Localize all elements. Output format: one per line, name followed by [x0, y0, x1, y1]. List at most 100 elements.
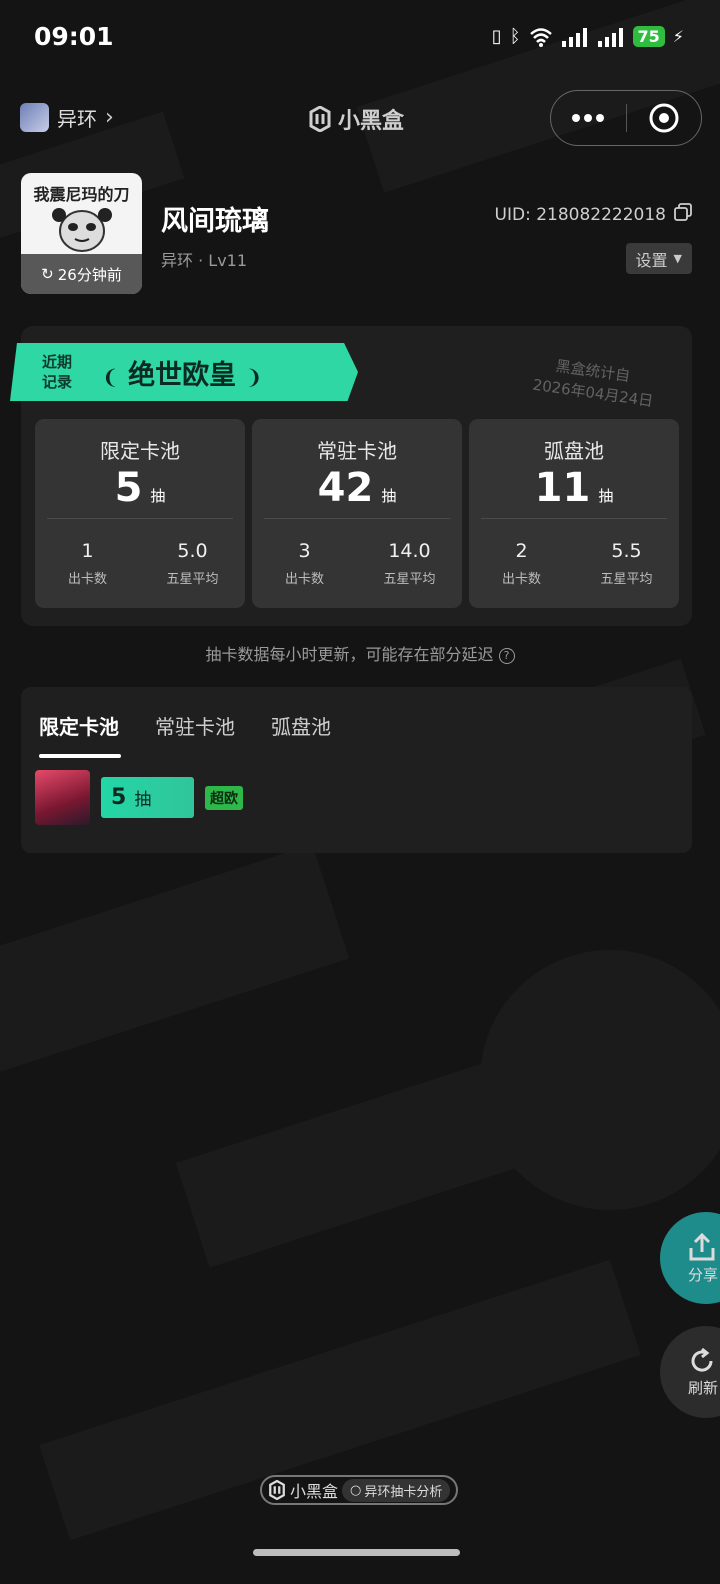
laurel-left-icon: ❨: [102, 365, 119, 389]
status-icons: ▯ ᛒ 75 ⚡: [492, 26, 684, 47]
pool-divider: [264, 518, 450, 519]
uid-row: UID: 218082222018: [495, 203, 692, 226]
luck-tag: 超欧: [205, 785, 243, 810]
search-icon: ○: [350, 1482, 362, 1498]
laurel-right-icon: ❩: [245, 365, 263, 389]
pool-cards-label: 出卡数: [67, 572, 107, 587]
pool-count-number: 5: [114, 465, 143, 511]
list-item[interactable]: 5 抽 超欧: [35, 770, 243, 825]
pool-cards-value: 3: [298, 540, 311, 562]
help-icon[interactable]: ?: [498, 647, 515, 664]
game-thumbnail: [20, 103, 49, 132]
pool-cards-value: 1: [81, 540, 94, 562]
active-tab-indicator: [39, 754, 121, 758]
update-note-text: 抽卡数据每小时更新，可能存在部分延迟: [205, 645, 494, 664]
brand-name: 小黑盒: [338, 109, 405, 134]
footer-brand[interactable]: 小黑盒 ○ 异环抽卡分析: [260, 1475, 459, 1505]
pool-cards: 2 出卡数: [469, 540, 574, 587]
pull-count-badge: 5 抽: [101, 777, 194, 818]
refresh-small-icon: ↻: [41, 265, 54, 283]
pool-name: 弧盘池: [544, 439, 604, 463]
title-ribbon: 近期 记录 ❨ 绝世欧皇 ❩: [10, 343, 358, 401]
home-indicator[interactable]: [253, 1549, 460, 1556]
pool-divider: [47, 518, 233, 519]
footer-search-text: 异环抽卡分析: [364, 1484, 443, 1500]
pool-count-unit: 抽: [150, 487, 166, 505]
tab-standard[interactable]: 常驻卡池: [155, 711, 235, 740]
pool-avg-value: 5.0: [177, 540, 208, 562]
pool-cards: 3 出卡数: [252, 540, 357, 587]
pool-cards-label: 出卡数: [501, 572, 541, 587]
more-dots-icon: [572, 114, 605, 122]
pool-count-unit: 抽: [381, 487, 397, 505]
pool-card-standard[interactable]: 常驻卡池 42 抽 3 出卡数 14.0 五星平均: [252, 419, 462, 608]
pool-summary-row: 限定卡池 5抽 1 出卡数 5.0 五星平均 常驻卡池 42 抽 3 出卡数 14.0 五…: [35, 419, 679, 608]
pull-unit: 抽: [134, 790, 152, 810]
pool-name: 常驻卡池: [317, 439, 397, 463]
more-button[interactable]: [551, 91, 626, 145]
footer-brand-name: 小黑盒: [290, 1482, 339, 1501]
pull-count: 5: [111, 785, 127, 810]
pool-cards: 1 出卡数: [35, 540, 140, 587]
pool-avg: 5.5 五星平均: [574, 540, 679, 587]
pool-card-limited[interactable]: 限定卡池 5抽 1 出卡数 5.0 五星平均: [35, 419, 245, 608]
share-label: 分享: [688, 1265, 719, 1284]
pool-avg: 5.0 五星平均: [140, 540, 245, 587]
status-bar: 09:01 ▯ ᛒ 75 ⚡: [0, 0, 720, 80]
profile-level: Lv11: [208, 251, 248, 270]
vibrate-icon: ▯: [491, 26, 502, 47]
tab-arc[interactable]: 弧盘池: [271, 711, 331, 740]
caret-down-icon: ▼: [673, 252, 682, 265]
brand-logo: 小黑盒: [308, 103, 404, 135]
character-portrait: [35, 770, 90, 825]
update-note: 抽卡数据每小时更新，可能存在部分延迟 ?: [0, 641, 720, 665]
ribbon-label: 近期 记录: [42, 352, 72, 392]
battery-level: 75: [632, 26, 665, 47]
refresh-label: 刷新: [688, 1378, 719, 1397]
target-close-icon: [649, 103, 679, 133]
bluetooth-icon: ᛒ: [509, 26, 521, 47]
settings-dropdown[interactable]: 设置 ▼: [625, 243, 692, 274]
pool-count: 42 抽: [252, 465, 462, 511]
game-switcher[interactable]: 异环 ›: [20, 103, 114, 132]
share-button[interactable]: 分享: [660, 1212, 720, 1304]
footer-search: ○ 异环抽卡分析: [342, 1478, 451, 1502]
refresh-icon: [691, 1347, 713, 1372]
xiaoheihe-small-logo-icon: [269, 1480, 285, 1500]
profile-game: 异环: [161, 251, 194, 270]
pool-name: 限定卡池: [100, 439, 180, 463]
dot-separator: ·: [198, 251, 209, 270]
pool-avg-label: 五星平均: [166, 572, 219, 587]
refresh-button[interactable]: 刷新: [660, 1326, 720, 1418]
close-miniprogram-button[interactable]: [627, 91, 702, 145]
pool-cards-value: 2: [515, 540, 528, 562]
panda-meme-image: [52, 208, 112, 252]
settings-label: 设置: [635, 250, 668, 270]
signal-icon: [561, 27, 587, 47]
charging-icon: ⚡: [672, 27, 684, 46]
pool-count: 11 抽: [469, 465, 679, 511]
ribbon-label-line-1: 近期: [42, 353, 73, 371]
tab-limited[interactable]: 限定卡池: [39, 711, 119, 740]
pool-cards-label: 出卡数: [284, 572, 324, 587]
pool-avg-label: 五星平均: [383, 572, 436, 587]
avatar[interactable]: 我震尼玛的刀 ↻ 26分钟前: [21, 173, 142, 294]
pool-divider: [481, 518, 667, 519]
pool-tabs: 限定卡池 常驻卡池 弧盘池: [39, 711, 331, 740]
nickname: 风间琉璃: [161, 206, 269, 237]
chevron-right-icon: ›: [105, 105, 114, 130]
status-time: 09:01: [34, 22, 114, 51]
pool-card-arc[interactable]: 弧盘池 11 抽 2 出卡数 5.5 五星平均: [469, 419, 679, 608]
update-time-text: 26分钟前: [57, 265, 122, 284]
miniprogram-capsule: [550, 90, 702, 146]
share-icon: [689, 1232, 715, 1260]
pool-avg-value: 5.5: [611, 540, 642, 562]
pool-count-number: 42: [317, 465, 374, 511]
signal-icon-2: [597, 27, 623, 47]
copy-icon[interactable]: [674, 203, 692, 226]
ribbon-label-line-2: 记录: [42, 373, 73, 391]
game-level-info: 异环 · Lv11: [161, 247, 247, 271]
uid-text: UID: 218082222018: [494, 204, 666, 225]
pool-avg-value: 14.0: [388, 540, 431, 562]
luck-title: 绝世欧皇: [128, 360, 237, 391]
